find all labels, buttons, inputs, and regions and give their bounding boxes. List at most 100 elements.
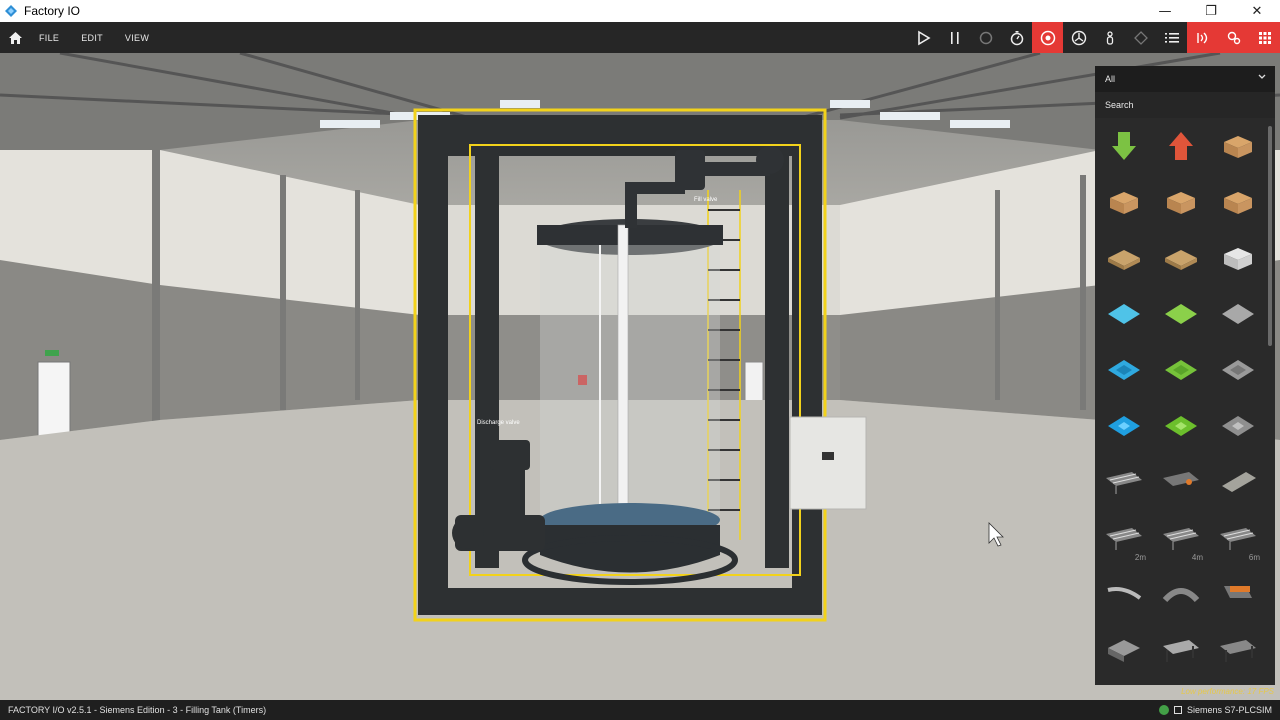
box-icon — [1223, 136, 1252, 158]
palette-item-medium-box[interactable] — [1095, 174, 1152, 230]
crate-icon — [1223, 248, 1252, 270]
palette-item-green-lid[interactable] — [1152, 398, 1209, 454]
palette-item-roller-conveyor-2m[interactable]: 2m — [1095, 510, 1152, 566]
fly-camera-button[interactable] — [1063, 22, 1094, 53]
tags-button[interactable] — [1218, 22, 1249, 53]
palette-item-tall-box[interactable] — [1209, 174, 1266, 230]
category-dropdown[interactable]: All — [1095, 66, 1275, 92]
home-button[interactable] — [0, 22, 30, 53]
palette-item-turntable[interactable] — [1095, 622, 1152, 678]
palette-item-length: 2m — [1134, 553, 1146, 562]
green-base-icon — [1164, 360, 1197, 380]
minimize-button[interactable]: — — [1142, 0, 1188, 22]
warehouse-scene — [0, 53, 1280, 700]
search-input[interactable]: Search — [1095, 92, 1275, 118]
box-icon — [1109, 192, 1138, 214]
factory-io-logo-icon — [5, 5, 17, 17]
palette-item-blue-lid[interactable] — [1095, 398, 1152, 454]
palette-item-roller-conveyor-6m[interactable]: 6m — [1209, 510, 1266, 566]
parts-palette: All Search 2m 4m 6m — [1095, 66, 1275, 685]
parts-grid: 2m 4m 6m — [1095, 118, 1267, 678]
palette-item-belt-conveyor[interactable] — [1209, 566, 1266, 622]
curved-roller-icon — [1162, 588, 1199, 603]
first-person-icon — [1106, 30, 1113, 45]
performance-warning: Low performance: 17 FPS — [1181, 687, 1274, 696]
palette-item-green-raw-material[interactable] — [1152, 286, 1209, 342]
selection-icon — [1133, 30, 1148, 45]
timer-icon — [1010, 30, 1023, 45]
palette-item-belt-conveyor-plate[interactable] — [1209, 454, 1266, 510]
driver-status-icon — [1158, 705, 1169, 715]
palette-item-blue-raw-material[interactable] — [1095, 286, 1152, 342]
roller-conveyor-icon — [1105, 528, 1142, 550]
palette-item-small-box[interactable] — [1209, 118, 1266, 174]
blue-plate-icon — [1107, 304, 1140, 324]
selection-button[interactable] — [1125, 22, 1156, 53]
box-icon — [1166, 192, 1195, 214]
orbit-camera-button[interactable] — [1032, 22, 1063, 53]
palette-item-curved-roller[interactable] — [1152, 566, 1209, 622]
roller-conveyor-icon — [1219, 528, 1256, 550]
palette-item-chain-transfer[interactable] — [1152, 454, 1209, 510]
chevron-down-icon — [1258, 74, 1266, 79]
palette-item-remover[interactable] — [1152, 118, 1209, 174]
drivers-icon — [1258, 31, 1271, 44]
plate-icon — [1221, 472, 1256, 492]
palette-item-large-box[interactable] — [1152, 174, 1209, 230]
drivers-button[interactable] — [1249, 22, 1280, 53]
palette-item-pallet-2[interactable] — [1152, 230, 1209, 286]
curved-conveyor-icon — [1107, 587, 1141, 600]
palette-item-length: 4m — [1191, 553, 1203, 562]
pause-button[interactable] — [939, 22, 970, 53]
first-person-button[interactable] — [1094, 22, 1125, 53]
metal-base-icon — [1221, 360, 1254, 380]
camera-fly-icon — [1071, 30, 1086, 45]
driver-name[interactable]: Siemens S7-PLCSIM — [1187, 705, 1272, 715]
menu-file[interactable]: FILE — [30, 33, 72, 43]
list-button[interactable] — [1156, 22, 1187, 53]
play-button[interactable] — [908, 22, 939, 53]
status-bar: FACTORY I/O v2.5.1 - Siemens Edition - 3… — [0, 700, 1280, 720]
metal-lid-icon — [1221, 416, 1254, 436]
close-button[interactable]: ✕ — [1234, 0, 1280, 22]
menu-view[interactable]: VIEW — [116, 33, 162, 43]
scene-viewport[interactable]: Fill valve Discharge valve — [0, 53, 1280, 700]
status-scene-info: FACTORY I/O v2.5.1 - Siemens Edition - 3… — [8, 705, 267, 715]
sensors-icon — [1196, 32, 1207, 43]
menu-edit[interactable]: EDIT — [72, 33, 116, 43]
palette-item-curved-conveyor[interactable] — [1095, 566, 1152, 622]
palette-item-metal-lid[interactable] — [1209, 398, 1266, 454]
palette-item-metal-raw-material[interactable] — [1209, 286, 1266, 342]
sensors-button[interactable] — [1187, 22, 1218, 53]
turntable-icon — [1107, 640, 1140, 662]
green-arrow-down-icon — [1111, 132, 1136, 160]
timer-button[interactable] — [1001, 22, 1032, 53]
green-lid-icon — [1164, 416, 1197, 436]
palette-item-blue-product-base[interactable] — [1095, 342, 1152, 398]
palette-item-metal-product-base[interactable] — [1209, 342, 1266, 398]
palette-item-belt-transfer[interactable] — [1209, 622, 1266, 678]
tags-icon — [1227, 31, 1240, 44]
main-toolbar: FILE EDIT VIEW — [0, 22, 1280, 53]
palette-item-green-product-base[interactable] — [1152, 342, 1209, 398]
discharge-valve-label: Discharge valve — [477, 420, 520, 426]
palette-item-length: 6m — [1248, 553, 1260, 562]
maximize-button[interactable]: ❐ — [1188, 0, 1234, 22]
blue-lid-icon — [1107, 416, 1140, 436]
palette-item-emitter[interactable] — [1095, 118, 1152, 174]
search-label: Search — [1105, 100, 1134, 110]
reset-button[interactable] — [970, 22, 1001, 53]
metal-plate-icon — [1221, 304, 1254, 324]
palette-item-stackable-box[interactable] — [1209, 230, 1266, 286]
roller-conveyor-icon — [1162, 528, 1199, 550]
pallet-icon — [1164, 250, 1197, 270]
palette-item-pallet[interactable] — [1095, 230, 1152, 286]
palette-item-transfer-table[interactable] — [1152, 622, 1209, 678]
palette-item-roller-conveyor-4m[interactable]: 4m — [1152, 510, 1209, 566]
palette-item-roller-conveyor-light[interactable] — [1095, 454, 1152, 510]
palette-scrollbar[interactable] — [1268, 126, 1272, 346]
transfer-table-icon — [1162, 640, 1199, 662]
belt-transfer-icon — [1219, 640, 1256, 662]
camera-orbit-icon — [1040, 30, 1055, 45]
red-arrow-up-icon — [1168, 132, 1193, 160]
